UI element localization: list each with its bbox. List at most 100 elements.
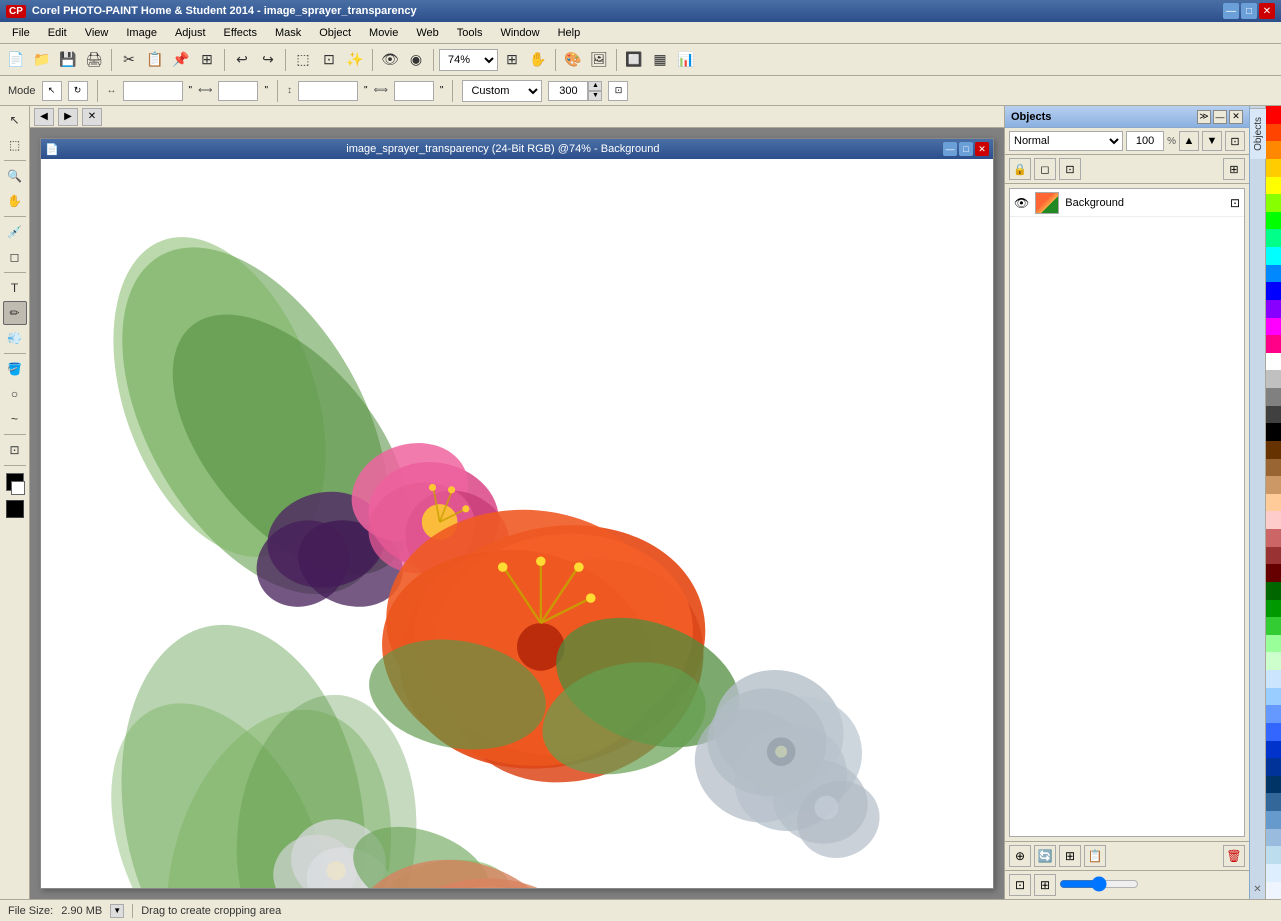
size-picker-btn[interactable]: ⊡ [608, 81, 628, 101]
menu-tools[interactable]: Tools [449, 25, 491, 41]
gradient-button[interactable]: ▦ [648, 48, 672, 72]
cut-button[interactable]: ✂ [117, 48, 141, 72]
palette-color-swatch[interactable] [1266, 353, 1281, 371]
palette-color-swatch[interactable] [1266, 229, 1281, 247]
nav-next-button[interactable]: ▶ [58, 108, 78, 126]
layer-visibility-eye[interactable]: 👁 [1014, 196, 1029, 210]
duplicate-layer-button[interactable]: 🔄 [1034, 845, 1056, 867]
menu-image[interactable]: Image [118, 25, 165, 41]
palette-color-swatch[interactable] [1266, 741, 1281, 759]
size-input[interactable] [548, 81, 588, 101]
vtab-close-icon[interactable]: ✕ [1251, 882, 1263, 897]
redo-button[interactable]: ↪ [256, 48, 280, 72]
panel-menu-button[interactable]: ≫ [1197, 110, 1211, 124]
x-coord-input[interactable]: 5.46875 [123, 81, 183, 101]
tool-eraser[interactable]: ◻ [3, 245, 27, 269]
palette-color-swatch[interactable] [1266, 705, 1281, 723]
palette-color-swatch[interactable] [1266, 459, 1281, 477]
opacity-spin-down[interactable]: ▼ [1202, 131, 1222, 151]
add-layer-button[interactable]: ⊕ [1009, 845, 1031, 867]
lock-transparent-button[interactable]: ◻ [1034, 158, 1056, 180]
palette-color-swatch[interactable] [1266, 723, 1281, 741]
palette-color-swatch[interactable] [1266, 582, 1281, 600]
panel-header-controls[interactable]: ≫ — ✕ [1197, 110, 1243, 124]
menu-mask[interactable]: Mask [267, 25, 309, 41]
opacity-spin-up[interactable]: ▲ [1179, 131, 1199, 151]
opacity-input[interactable] [1126, 131, 1164, 151]
opacity-slider[interactable] [1059, 876, 1139, 892]
panel-extra-btn[interactable]: ⊡ [1225, 131, 1245, 151]
minimize-button[interactable]: — [1223, 3, 1239, 19]
tool-smear[interactable]: ~ [3, 407, 27, 431]
view-toggle[interactable]: 👁 [378, 48, 402, 72]
palette-color-swatch[interactable] [1266, 829, 1281, 847]
palette-color-swatch[interactable] [1266, 265, 1281, 283]
view-mask[interactable]: ◉ [404, 48, 428, 72]
size-down-button[interactable]: ▼ [588, 91, 602, 101]
doc-minimize-button[interactable]: — [943, 142, 957, 156]
tool-freehand[interactable]: ⬚ [3, 133, 27, 157]
palette-color-swatch[interactable] [1266, 564, 1281, 582]
print-button[interactable]: 🖨 [82, 48, 106, 72]
tool-fill[interactable]: 🪣 [3, 357, 27, 381]
tool-image-sprayer[interactable]: 💨 [3, 326, 27, 350]
blend-mode-select[interactable]: Normal Dissolve Multiply Screen Overlay [1009, 131, 1123, 151]
palette-color-swatch[interactable] [1266, 159, 1281, 177]
y2-coord-input[interactable]: 0.0 [394, 81, 434, 101]
transform-button[interactable]: ⊡ [317, 48, 341, 72]
save-button[interactable]: 💾 [56, 48, 80, 72]
color-button[interactable]: 🔲 [622, 48, 646, 72]
tool-eyedropper[interactable]: 💉 [3, 220, 27, 244]
palette-color-swatch[interactable] [1266, 688, 1281, 706]
palette-color-swatch[interactable] [1266, 846, 1281, 864]
menu-effects[interactable]: Effects [216, 25, 265, 41]
background-color[interactable] [11, 481, 25, 495]
palette-color-swatch[interactable] [1266, 476, 1281, 494]
palette-color-swatch[interactable] [1266, 370, 1281, 388]
new-button[interactable]: 📄 [4, 48, 28, 72]
close-button[interactable]: ✕ [1259, 3, 1275, 19]
tool-pan[interactable]: ✋ [3, 189, 27, 213]
palette-color-swatch[interactable] [1266, 406, 1281, 424]
y-coord-input[interactable]: 5.02083 [298, 81, 358, 101]
foreground-swatch[interactable] [6, 500, 24, 518]
lock-pos-button[interactable]: ⊡ [1059, 158, 1081, 180]
group-layer-button[interactable]: ⊞ [1059, 845, 1081, 867]
open-button[interactable]: 📁 [30, 48, 54, 72]
menu-window[interactable]: Window [492, 25, 547, 41]
palette-color-swatch[interactable] [1266, 793, 1281, 811]
mode-refresh-btn[interactable]: ↻ [68, 81, 88, 101]
tool-dodge[interactable]: ○ [3, 382, 27, 406]
menu-movie[interactable]: Movie [361, 25, 406, 41]
palette-color-swatch[interactable] [1266, 511, 1281, 529]
nav-prev-button[interactable]: ◀ [34, 108, 54, 126]
color-view-button[interactable]: 🖼 [587, 48, 611, 72]
delete-layer-button[interactable]: 🗑 [1223, 845, 1245, 867]
palette-color-swatch[interactable] [1266, 864, 1281, 882]
palette-color-swatch[interactable] [1266, 247, 1281, 265]
menu-web[interactable]: Web [408, 25, 446, 41]
tool-pointer[interactable]: ↖ [3, 108, 27, 132]
color-swatches[interactable] [5, 473, 25, 495]
zoom-select[interactable]: 25% 50% 74% 100% 150% 200% [439, 49, 498, 71]
palette-color-swatch[interactable] [1266, 300, 1281, 318]
menu-adjust[interactable]: Adjust [167, 25, 214, 41]
palette-color-swatch[interactable] [1266, 441, 1281, 459]
palette-color-swatch[interactable] [1266, 811, 1281, 829]
palette-color-swatch[interactable] [1266, 282, 1281, 300]
palette-color-swatch[interactable] [1266, 776, 1281, 794]
status-dropdown-button[interactable]: ▼ [110, 904, 124, 918]
palette-color-swatch[interactable] [1266, 494, 1281, 512]
palette-color-swatch[interactable] [1266, 423, 1281, 441]
menu-view[interactable]: View [77, 25, 117, 41]
preset-select[interactable]: Custom Default Small Medium Large [462, 80, 542, 102]
nav-close-button[interactable]: ✕ [82, 108, 102, 126]
palette-color-swatch[interactable] [1266, 635, 1281, 653]
palette-color-swatch[interactable] [1266, 529, 1281, 547]
size-spin-buttons[interactable]: ▲ ▼ [588, 81, 602, 101]
object-view-button[interactable]: 📊 [674, 48, 698, 72]
panel-minimize-button[interactable]: — [1213, 110, 1227, 124]
doc-controls[interactable]: — □ ✕ [943, 142, 989, 156]
panel-grid-button[interactable]: ⊞ [1223, 158, 1245, 180]
menu-edit[interactable]: Edit [40, 25, 75, 41]
